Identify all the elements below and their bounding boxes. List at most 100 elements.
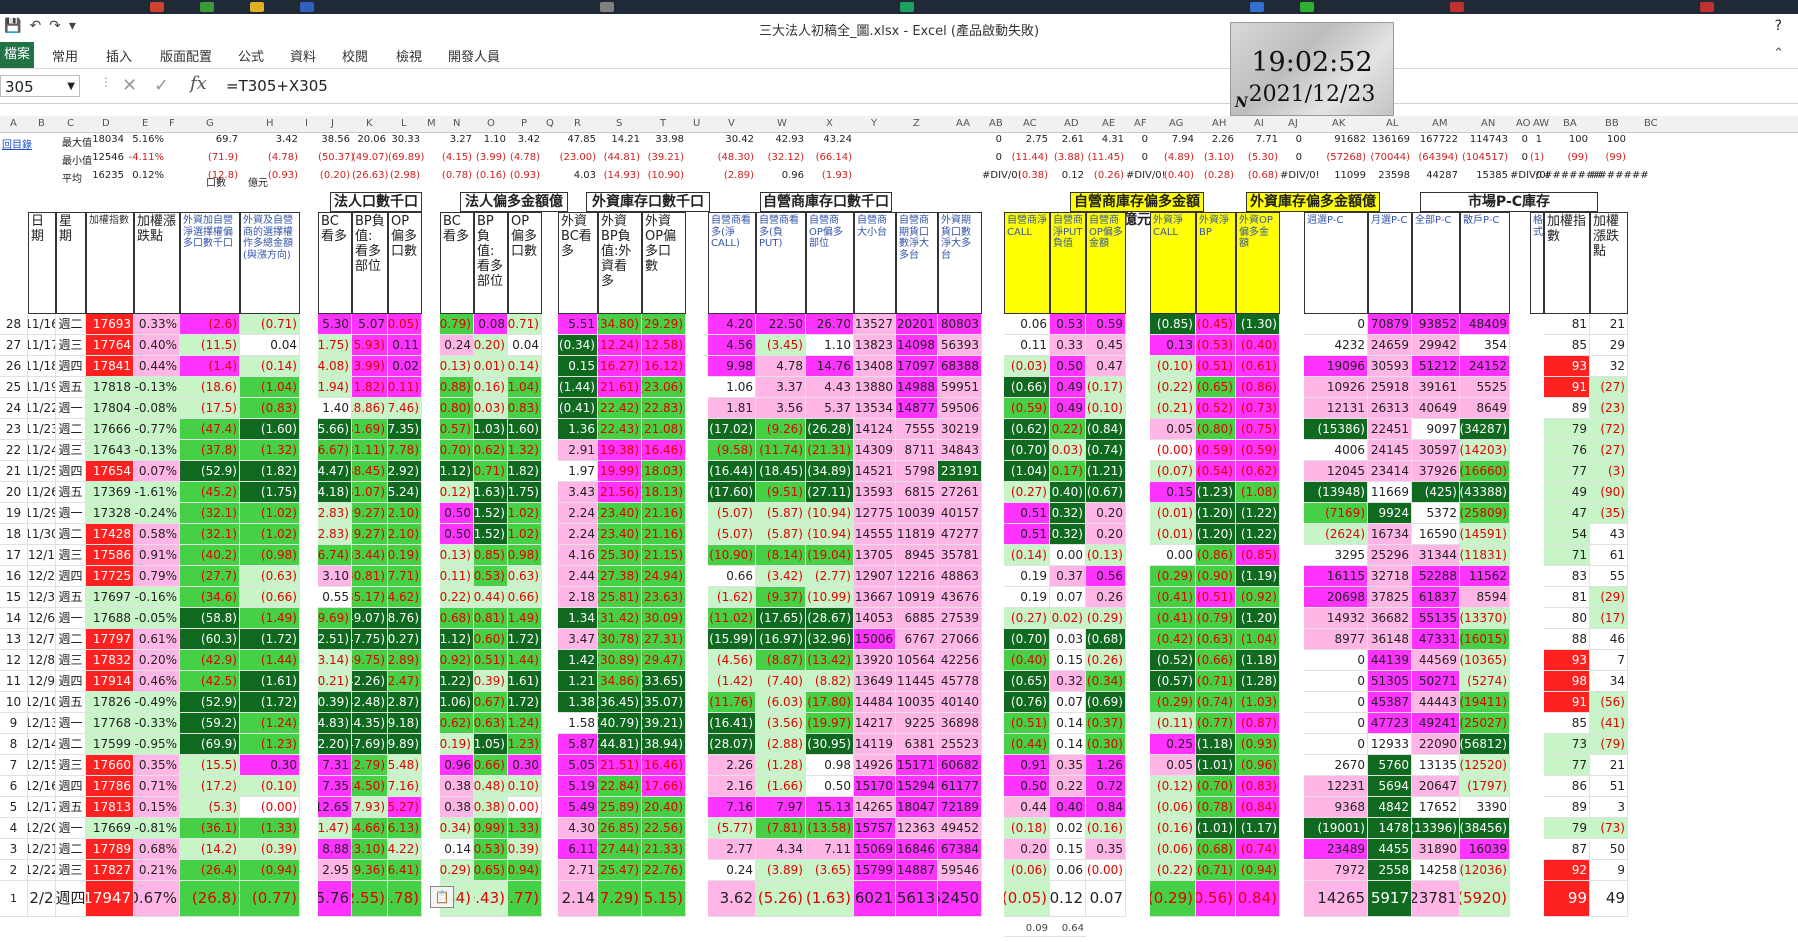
table-cell[interactable]: (9.37)	[756, 587, 806, 608]
row-number[interactable]: 17	[0, 545, 28, 566]
row-number[interactable]: 12	[0, 650, 28, 671]
table-cell[interactable]: 0.02	[1050, 818, 1086, 839]
table-cell[interactable]: (0.83)	[240, 398, 300, 419]
table-cell[interactable]: (27.71)	[388, 566, 422, 587]
stat-value[interactable]: 0	[982, 134, 1002, 148]
table-cell[interactable]: (0.07)	[1150, 461, 1196, 482]
table-cell[interactable]: (0.06)	[1150, 797, 1196, 818]
table-cell[interactable]: 49452	[938, 818, 982, 839]
table-cell[interactable]: (1.75)	[508, 482, 542, 503]
table-cell[interactable]: 15294	[896, 776, 938, 797]
stat-value[interactable]: (10.90)	[642, 170, 684, 184]
column-letter[interactable]: A	[10, 118, 17, 129]
tab-home[interactable]: 常用	[52, 46, 78, 65]
table-cell[interactable]: (0.94)	[508, 860, 542, 881]
table-cell[interactable]: (34.80)	[598, 314, 642, 335]
table-cell[interactable]: 3.47	[558, 629, 598, 650]
table-cell[interactable]: (0.21)	[1150, 398, 1196, 419]
table-cell[interactable]: 81	[1544, 587, 1590, 608]
column-header-l[interactable]: OP偏多口數	[388, 212, 422, 314]
table-cell[interactable]: (0.44)	[474, 587, 508, 608]
table-cell[interactable]: 0.11	[1004, 335, 1050, 356]
table-cell[interactable]: 7.31	[318, 755, 352, 776]
table-cell[interactable]: (16.97)	[756, 629, 806, 650]
table-cell[interactable]: (0.16)	[1150, 818, 1196, 839]
table-cell[interactable]: (0.63)	[1196, 629, 1236, 650]
table-cell[interactable]: (21.33)	[642, 839, 686, 860]
column-header-s[interactable]: 外資BP負值:外資看多	[598, 212, 642, 314]
table-cell[interactable]: (21.08)	[642, 419, 686, 440]
table-cell[interactable]: (34.89)	[806, 461, 854, 482]
table-cell[interactable]: (45.2)	[180, 482, 240, 503]
stat-value[interactable]: 0	[1126, 152, 1148, 166]
table-cell[interactable]: 21	[1590, 755, 1628, 776]
table-cell[interactable]: (12.58)	[642, 335, 686, 356]
table-cell[interactable]: (1.04)	[240, 377, 300, 398]
table-cell[interactable]: 0	[1304, 713, 1368, 734]
table-cell[interactable]: (0.77)	[1196, 713, 1236, 734]
table-cell[interactable]: (0.40)	[1050, 482, 1086, 503]
table-cell[interactable]: (0.59)	[1236, 440, 1280, 461]
table-cell[interactable]: 31344	[1412, 545, 1460, 566]
table-cell[interactable]: 8649	[1460, 398, 1510, 419]
table-cell[interactable]: 12/1	[28, 545, 56, 566]
worksheet-grid[interactable]: 回目錄 最大值 18034 5.16% 69.7 3.42 38.56 20.06 30.33 3…	[0, 132, 1798, 942]
table-cell[interactable]: (1.23)	[1196, 482, 1236, 503]
table-cell[interactable]: 0.20	[1086, 524, 1126, 545]
table-cell[interactable]: 週一	[56, 713, 86, 734]
table-cell[interactable]: (34.62)	[388, 587, 422, 608]
table-cell[interactable]: 2.95	[318, 860, 352, 881]
table-cell[interactable]: 0.68%	[134, 839, 180, 860]
table-cell[interactable]: (0.54)	[1196, 461, 1236, 482]
table-cell[interactable]: 15757	[854, 818, 896, 839]
column-letter[interactable]: G	[206, 118, 214, 129]
table-cell[interactable]: (21.16)	[642, 524, 686, 545]
table-cell[interactable]: (0.34)	[558, 335, 598, 356]
table-cell[interactable]: (14203)	[1460, 440, 1510, 461]
table-cell[interactable]: 0.05	[1150, 755, 1196, 776]
table-cell[interactable]: 48863	[938, 566, 982, 587]
table-cell[interactable]: 55135	[1412, 608, 1460, 629]
table-cell[interactable]: 37926	[1412, 461, 1460, 482]
column-header-o[interactable]: BP負值:看多部位	[474, 212, 508, 314]
table-cell[interactable]: 2.18	[558, 587, 598, 608]
stat-value[interactable]: 33.98	[642, 134, 684, 148]
table-cell[interactable]: (1.44)	[240, 650, 300, 671]
stat-value[interactable]: (1.93)	[806, 170, 852, 184]
table-cell[interactable]: (1.33)	[240, 818, 300, 839]
table-cell[interactable]: 0.30	[508, 755, 542, 776]
table-cell[interactable]: (19001)	[1304, 818, 1368, 839]
column-letter[interactable]: K	[366, 118, 373, 129]
table-cell[interactable]: 43	[1590, 524, 1628, 545]
table-cell[interactable]: (23.63)	[642, 587, 686, 608]
table-cell[interactable]: 0.91%	[134, 545, 180, 566]
column-letter[interactable]: AW	[1533, 118, 1549, 129]
table-cell[interactable]: 12.65	[318, 797, 352, 818]
table-cell[interactable]: (1.44)	[558, 377, 598, 398]
table-cell[interactable]: (0.32)	[1050, 503, 1086, 524]
table-cell[interactable]: (0.71)	[508, 314, 542, 335]
table-cell[interactable]: 12/13	[28, 713, 56, 734]
table-cell[interactable]: (0.29)	[1150, 566, 1196, 587]
table-cell[interactable]: (1.04)	[1004, 461, 1050, 482]
table-cell[interactable]: (23.40)	[598, 524, 642, 545]
table-cell[interactable]: (0.18)	[1004, 818, 1050, 839]
stat-value[interactable]: (44.81)	[598, 152, 640, 166]
table-cell[interactable]: (0.41)	[1150, 587, 1196, 608]
table-cell[interactable]: (0.59)	[1004, 398, 1050, 419]
table-cell[interactable]: (29.29)	[642, 314, 686, 335]
table-cell[interactable]: (0.27)	[1004, 608, 1050, 629]
table-cell[interactable]: 12045	[1304, 461, 1368, 482]
stat-value[interactable]: (50.37)	[318, 152, 354, 166]
column-letter[interactable]: M	[427, 118, 436, 129]
stat-value[interactable]: (5.30)	[1236, 152, 1278, 166]
table-cell[interactable]: (32.1)	[180, 503, 240, 524]
table-cell[interactable]: 24152	[1460, 356, 1510, 377]
table-cell[interactable]: (0.65)	[474, 860, 508, 881]
table-cell[interactable]: (0.71)	[240, 314, 300, 335]
table-cell[interactable]: (2624)	[1304, 524, 1368, 545]
table-cell[interactable]: 4006	[1304, 440, 1368, 461]
stat-value[interactable]: #DIV/0!	[1510, 170, 1550, 184]
table-cell[interactable]: 7972	[1304, 860, 1368, 881]
stat-value[interactable]: 0.12%	[126, 170, 164, 184]
